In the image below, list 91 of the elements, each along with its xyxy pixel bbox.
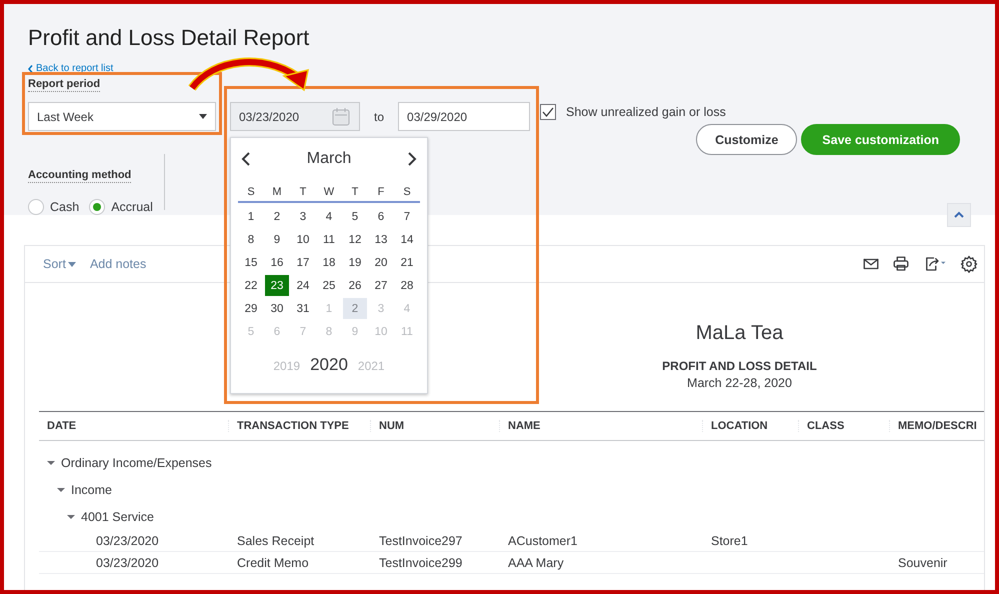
- calendar-day[interactable]: 23: [265, 275, 289, 296]
- weekday-label: T: [298, 186, 308, 198]
- report-period: March 22-28, 2020: [687, 376, 792, 390]
- table-cell: 03/23/2020: [96, 534, 159, 548]
- calendar-day[interactable]: 3: [291, 206, 315, 227]
- checkbox[interactable]: [540, 104, 556, 120]
- radio-button[interactable]: [28, 199, 44, 215]
- calendar-day[interactable]: 6: [369, 206, 393, 227]
- calendar-day[interactable]: 12: [343, 229, 367, 250]
- calendar-day[interactable]: 18: [317, 252, 341, 273]
- weekday-label: T: [350, 186, 360, 198]
- calendar-day[interactable]: 25: [317, 275, 341, 296]
- calendar-day[interactable]: 7: [395, 206, 419, 227]
- table-cell: TestInvoice299: [379, 556, 462, 570]
- calendar-day[interactable]: 9: [265, 229, 289, 250]
- calendar-day[interactable]: 4: [317, 206, 341, 227]
- report-period-label: Report period: [28, 78, 100, 92]
- radio-button[interactable]: [89, 199, 106, 215]
- settings-icon[interactable]: [960, 255, 978, 273]
- weekday-label: S: [246, 186, 256, 198]
- column-header: NUM: [371, 420, 500, 432]
- calendar-day[interactable]: 1: [239, 206, 263, 227]
- calendar-day[interactable]: 26: [343, 275, 367, 296]
- calendar-day[interactable]: 11: [317, 229, 341, 250]
- table-cell: Souvenir: [898, 556, 948, 570]
- caret-icon: [68, 262, 76, 266]
- page-title: Profit and Loss Detail Report: [28, 25, 310, 51]
- radio-label: Accrual: [111, 200, 153, 214]
- calendar-day[interactable]: 24: [291, 275, 315, 296]
- weekday-label: S: [402, 186, 412, 198]
- table-cell: AAA Mary: [508, 556, 564, 570]
- column-header: NAME: [500, 420, 703, 432]
- table-cell: Store1: [711, 534, 748, 548]
- chevron-up-icon: [953, 211, 965, 219]
- month-label: March: [306, 150, 352, 168]
- calendar-day[interactable]: 21: [395, 252, 419, 273]
- customize-button[interactable]: Customize: [696, 124, 798, 155]
- table-cell: Sales Receipt: [237, 534, 314, 548]
- caret-icon: [199, 114, 207, 120]
- expanded-caret-icon[interactable]: [47, 460, 55, 466]
- calendar-day[interactable]: 14: [395, 229, 419, 250]
- report-period-dropdown[interactable]: Last Week: [28, 102, 216, 132]
- calendar-day[interactable]: 2: [265, 206, 289, 227]
- expanded-caret-icon[interactable]: [67, 514, 75, 520]
- table-cell: ACustomer1: [508, 534, 578, 548]
- calendar-day[interactable]: 31: [291, 298, 315, 319]
- print-icon[interactable]: [892, 255, 910, 273]
- calendar-day[interactable]: 28: [395, 275, 419, 296]
- calendar-day[interactable]: 5: [343, 206, 367, 227]
- checkmark-icon: [542, 107, 554, 118]
- calendar-day[interactable]: 30: [265, 298, 289, 319]
- calendar-day[interactable]: 29: [239, 298, 263, 319]
- table-cell: Credit Memo: [237, 556, 309, 570]
- report-name: PROFIT AND LOSS DETAIL: [662, 359, 817, 373]
- calendar-day[interactable]: 13: [369, 229, 393, 250]
- expanded-caret-icon[interactable]: [57, 486, 65, 492]
- sort-link[interactable]: Sort: [43, 257, 76, 271]
- year-option[interactable]: 2020: [310, 355, 348, 375]
- chevron-left-icon: [28, 65, 33, 73]
- calendar-day[interactable]: 15: [239, 252, 263, 273]
- calendar-day[interactable]: 27: [369, 275, 393, 296]
- weekday-label: W: [322, 186, 336, 198]
- weekday-label: F: [376, 186, 386, 198]
- radio-label: Cash: [50, 200, 80, 214]
- calendar-day[interactable]: 20: [369, 252, 393, 273]
- calendar-day[interactable]: 10: [291, 229, 315, 250]
- weekday-label: M: [271, 186, 283, 198]
- column-header: LOCATION: [703, 420, 799, 432]
- back-link[interactable]: Back to report list: [28, 63, 114, 75]
- end-date-field[interactable]: 03/29/2020: [398, 102, 530, 132]
- group-label: Income: [71, 482, 112, 496]
- to-label: to: [374, 110, 384, 124]
- calendar-day[interactable]: 17: [291, 252, 315, 273]
- column-header: MEMO/DESCRI: [890, 420, 995, 432]
- company-name: MaLa Tea: [696, 321, 784, 345]
- checkbox-label: Show unrealized gain or loss: [566, 105, 726, 120]
- column-header: CLASS: [799, 420, 890, 432]
- calendar-day[interactable]: 19: [343, 252, 367, 273]
- start-date-field[interactable]: 03/23/2020: [230, 102, 360, 132]
- add-notes-link[interactable]: Add notes: [90, 257, 146, 271]
- group-label: Ordinary Income/Expenses: [61, 456, 212, 470]
- column-header: DATE: [39, 420, 229, 432]
- column-header: TRANSACTION TYPE: [229, 420, 371, 432]
- accounting-method-label: Accounting method: [28, 169, 132, 183]
- collapse-button[interactable]: [947, 203, 971, 227]
- calendar-day[interactable]: 8: [239, 229, 263, 250]
- table-cell: 03/23/2020: [96, 556, 159, 570]
- calendar-day[interactable]: 16: [265, 252, 289, 273]
- table-cell: TestInvoice297: [379, 534, 462, 548]
- group-label: 4001 Service: [81, 510, 154, 524]
- calendar-day[interactable]: 22: [239, 275, 263, 296]
